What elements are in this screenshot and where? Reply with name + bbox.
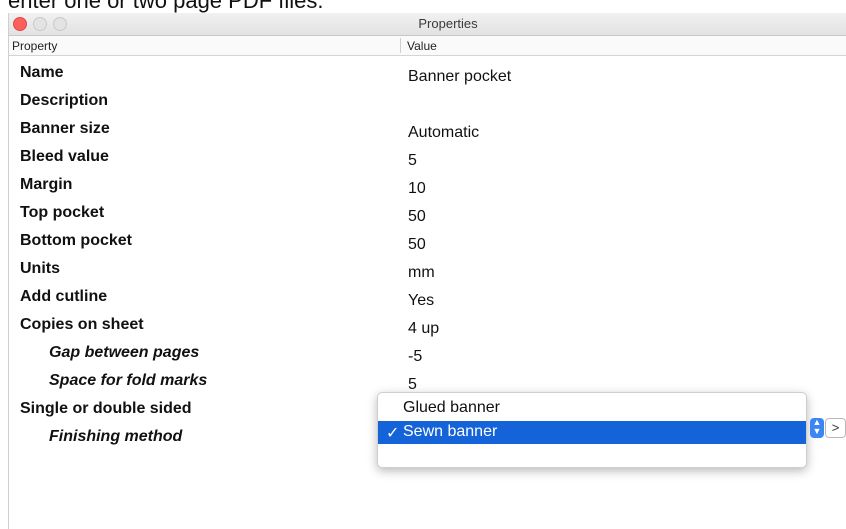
chevron-down-icon: ▼ (812, 426, 822, 436)
checkmark-icon: ✓ (386, 425, 400, 442)
property-name: Units (20, 260, 60, 277)
table-row[interactable]: Description (9, 92, 846, 120)
table-row[interactable]: Copies on sheet 4 up (9, 316, 846, 344)
table-row[interactable]: Banner size Automatic (9, 120, 846, 148)
property-value[interactable]: mm (408, 264, 435, 282)
table-row[interactable]: Bleed value 5 (9, 148, 846, 176)
property-value[interactable]: 50 (408, 236, 426, 254)
property-name: Name (20, 64, 64, 81)
background-instruction-text: enter one or two page PDF files. (8, 0, 324, 13)
table-header: Property Value (9, 36, 846, 56)
dropdown-option-sewn-banner[interactable]: ✓ Sewn banner (378, 421, 806, 444)
property-value[interactable]: Yes (408, 292, 434, 310)
property-name: Banner size (20, 120, 110, 137)
popup-stepper-icon[interactable]: ▲ ▼ (810, 418, 824, 438)
table-row[interactable]: Add cutline Yes (9, 288, 846, 316)
property-name: Add cutline (20, 288, 108, 305)
more-options-button[interactable]: > (825, 418, 846, 438)
property-value[interactable]: 10 (408, 180, 426, 198)
property-value[interactable]: Banner pocket (408, 68, 511, 86)
table-row[interactable]: Gap between pages -5 (9, 344, 846, 372)
title-bar: Properties (9, 13, 846, 36)
property-name: Space for fold marks (49, 372, 208, 389)
property-value[interactable]: Automatic (408, 124, 479, 142)
property-value[interactable]: 4 up (408, 320, 439, 338)
property-name: Copies on sheet (20, 316, 144, 333)
property-name: Single or double sided (20, 400, 192, 417)
window-title: Properties (418, 16, 478, 31)
property-name: Top pocket (20, 204, 105, 221)
property-name: Description (20, 92, 109, 109)
table-row[interactable]: Bottom pocket 50 (9, 232, 846, 260)
property-value[interactable]: -5 (408, 348, 422, 366)
property-value[interactable]: 50 (408, 208, 426, 226)
dropdown-option-glued-banner[interactable]: Glued banner (378, 397, 806, 420)
property-name: Bottom pocket (20, 232, 132, 249)
property-value[interactable]: 5 (408, 152, 417, 170)
table-row[interactable]: Top pocket 50 (9, 204, 846, 232)
property-name: Gap between pages (49, 344, 200, 361)
property-name: Finishing method (49, 428, 183, 445)
finishing-method-dropdown: Glued banner ✓ Sewn banner (377, 392, 807, 468)
table-row[interactable]: Units mm (9, 260, 846, 288)
table-row[interactable]: Name Banner pocket (9, 64, 846, 92)
property-name: Margin (20, 176, 73, 193)
column-header-property[interactable]: Property (12, 39, 57, 53)
table-row[interactable]: Margin 10 (9, 176, 846, 204)
property-name: Bleed value (20, 148, 109, 165)
column-divider[interactable] (400, 38, 401, 53)
column-header-value[interactable]: Value (407, 39, 437, 53)
